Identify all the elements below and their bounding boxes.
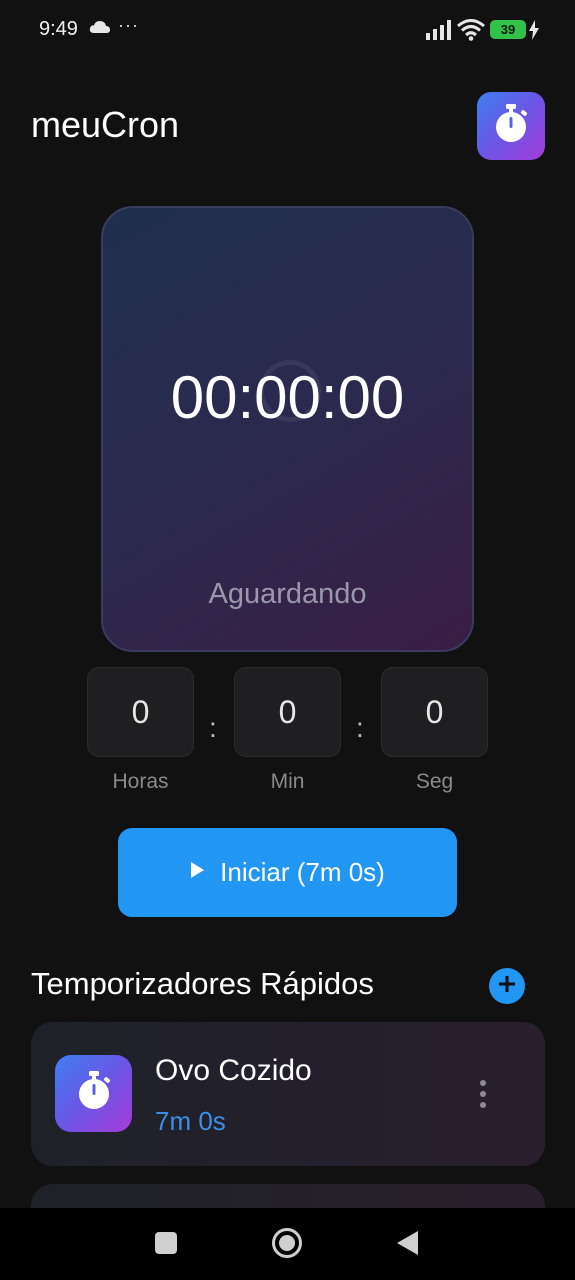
system-nav-bar bbox=[0, 1208, 575, 1280]
quick-timers-title: Temporizadores Rápidos bbox=[31, 966, 374, 1001]
time-separator: : bbox=[356, 712, 364, 743]
hours-input[interactable]: 0 bbox=[87, 667, 194, 757]
back-icon[interactable] bbox=[397, 1231, 419, 1260]
seconds-label: Seg bbox=[415, 770, 454, 793]
timer-status: Aguardando bbox=[208, 578, 367, 610]
battery-icon: 39 bbox=[490, 20, 526, 39]
seconds-value: 0 bbox=[425, 693, 444, 730]
wifi-icon bbox=[457, 19, 485, 46]
status-time: 9:49 bbox=[39, 18, 78, 40]
quick-timer-icon bbox=[55, 1055, 132, 1132]
app-screen: 9:49 ··· 39 meuCron 00:00:00 Aguardando … bbox=[0, 0, 575, 1280]
battery-level: 39 bbox=[500, 22, 516, 37]
quick-timer-item[interactable]: Ovo Cozido 7m 0s bbox=[31, 1022, 545, 1166]
more-icon: ··· bbox=[118, 15, 139, 35]
recents-icon[interactable] bbox=[155, 1232, 177, 1254]
stopwatch-icon bbox=[493, 103, 529, 149]
plus-icon bbox=[497, 974, 517, 999]
more-options-icon[interactable] bbox=[471, 1078, 495, 1110]
time-separator: : bbox=[209, 712, 217, 743]
seconds-input[interactable]: 0 bbox=[381, 667, 488, 757]
minutes-label: Min bbox=[270, 770, 305, 793]
start-button[interactable]: Iniciar (7m 0s) bbox=[118, 828, 457, 917]
minutes-value: 0 bbox=[278, 693, 297, 730]
status-bar: 9:49 ··· 39 bbox=[0, 0, 575, 60]
charging-bolt-icon bbox=[528, 20, 540, 45]
signal-icon bbox=[426, 20, 452, 45]
quick-timer-duration: 7m 0s bbox=[155, 1106, 226, 1136]
hours-value: 0 bbox=[131, 693, 150, 730]
app-logo-button[interactable] bbox=[477, 92, 545, 160]
add-quick-timer-button[interactable] bbox=[489, 968, 525, 1004]
timer-display: 00:00:00 bbox=[170, 364, 405, 431]
cloud-icon bbox=[89, 20, 111, 39]
minutes-input[interactable]: 0 bbox=[234, 667, 341, 757]
quick-timer-name: Ovo Cozido bbox=[155, 1054, 312, 1087]
timer-display-card: 00:00:00 Aguardando bbox=[101, 206, 474, 652]
hours-label: Horas bbox=[112, 770, 169, 793]
app-title: meuCron bbox=[31, 104, 180, 145]
home-icon[interactable] bbox=[271, 1227, 303, 1264]
start-button-label: Iniciar (7m 0s) bbox=[220, 857, 385, 887]
play-icon bbox=[190, 862, 205, 883]
stopwatch-icon bbox=[76, 1071, 112, 1116]
